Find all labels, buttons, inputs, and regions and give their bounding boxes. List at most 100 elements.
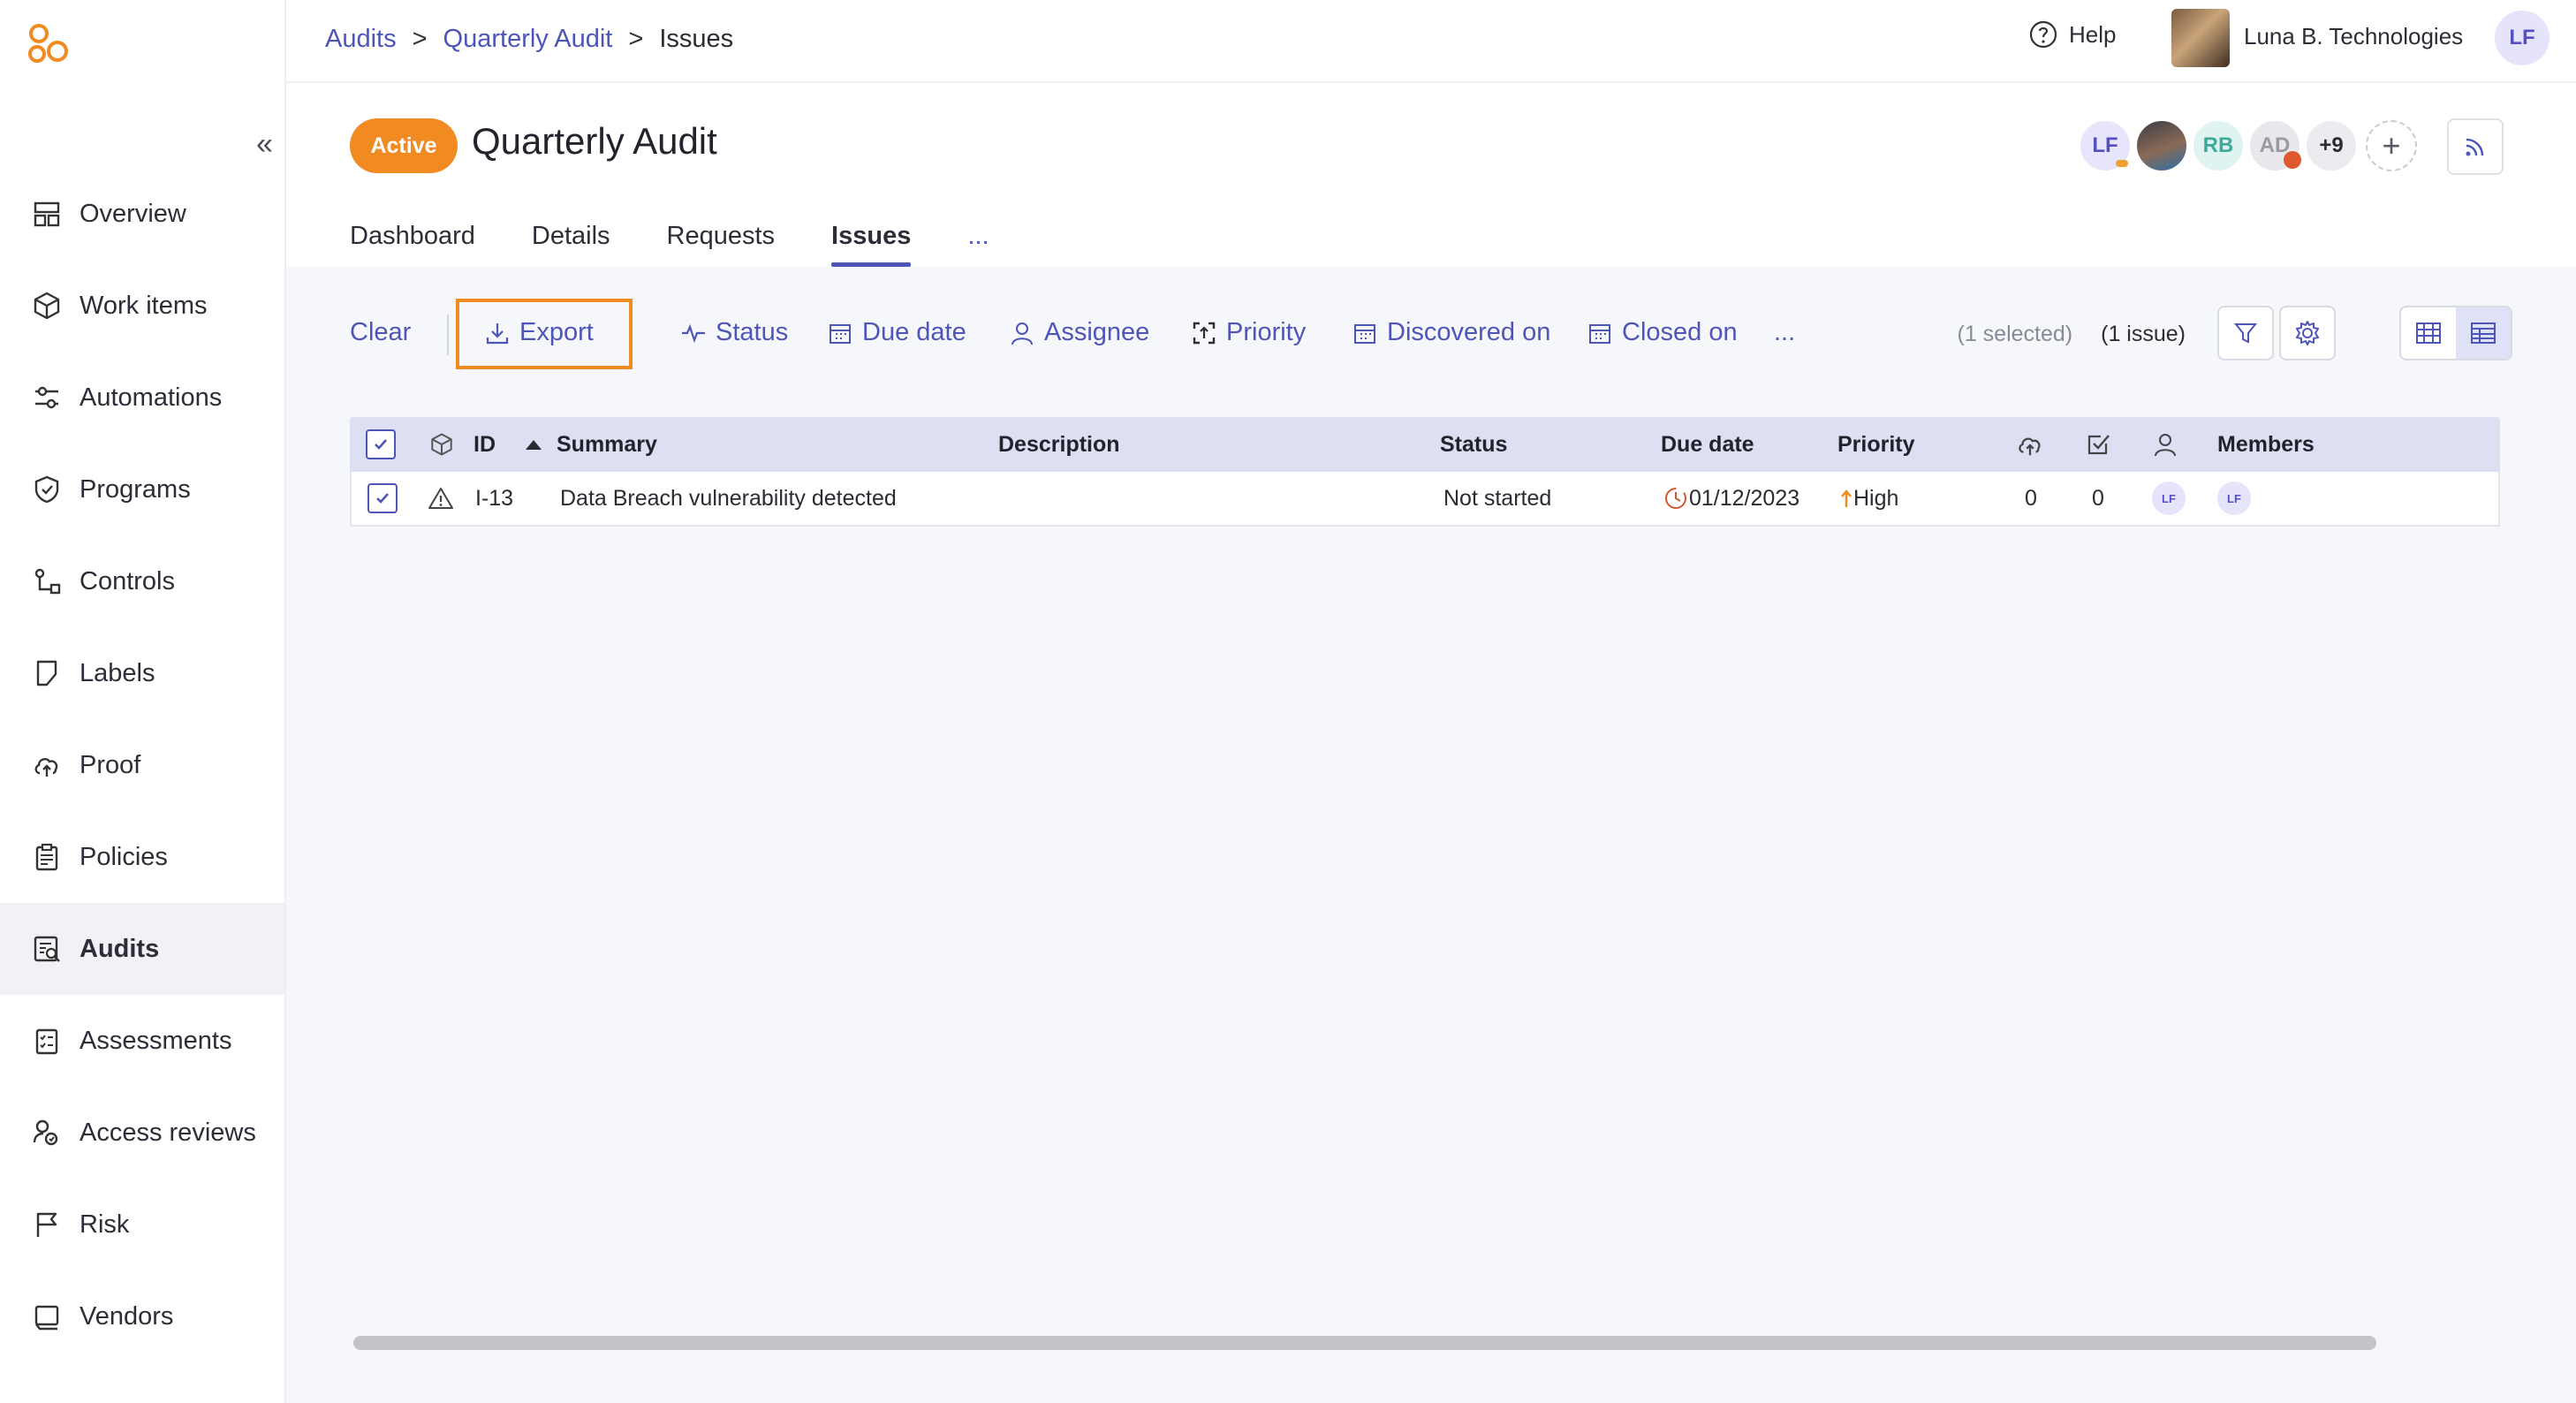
activity-icon <box>682 323 705 343</box>
more-filters-button[interactable]: ... <box>1774 318 1795 347</box>
status-filter[interactable]: Status <box>680 318 788 347</box>
more-members-count: +9 <box>2319 133 2344 157</box>
breadcrumb-quarterly-audit[interactable]: Quarterly Audit <box>443 25 613 54</box>
sidebar-item-vendors[interactable]: Vendors <box>0 1270 284 1362</box>
app-logo-icon[interactable] <box>25 21 71 67</box>
rss-feed-button[interactable] <box>2447 118 2504 175</box>
board-view-button[interactable] <box>2401 307 2456 359</box>
members-cell[interactable]: LF <box>2217 472 2251 525</box>
member-avatar[interactable]: LF <box>2217 482 2251 515</box>
horizontal-scrollbar[interactable] <box>353 1336 2376 1350</box>
overdue-clock-icon <box>1665 488 1686 509</box>
shield-icon <box>34 475 59 504</box>
column-header-description[interactable]: Description <box>998 417 1120 472</box>
sidebar-item-access-reviews[interactable]: Access reviews <box>0 1087 284 1179</box>
member-avatar[interactable]: LF <box>2078 118 2133 173</box>
issue-priority[interactable]: High <box>1839 472 1898 525</box>
column-header-priority[interactable]: Priority <box>1837 417 1915 472</box>
column-header-proof[interactable] <box>2016 417 2044 472</box>
assignee-filter[interactable]: Assignee <box>1009 318 1149 347</box>
filter-icon <box>2233 323 2258 344</box>
column-header-summary[interactable]: Summary <box>557 417 657 472</box>
remove-badge-icon <box>2284 151 2301 169</box>
issue-id[interactable]: I-13 <box>475 472 513 525</box>
closed-on-filter[interactable]: Closed on <box>1587 318 1738 347</box>
clear-button[interactable]: Clear <box>350 318 411 347</box>
priority-icon <box>1193 322 1216 344</box>
org-avatar[interactable] <box>2171 9 2230 67</box>
more-members[interactable]: +9 <box>2304 118 2359 173</box>
issues-panel: Clear Export Status Due date Assignee Pr… <box>286 267 2576 1403</box>
collapse-sidebar-icon[interactable]: « <box>256 129 273 159</box>
sidebar-item-proof[interactable]: Proof <box>0 719 284 811</box>
sidebar-item-audits[interactable]: Audits <box>0 903 284 995</box>
table-view-icon <box>2471 322 2496 344</box>
help-link[interactable]: Help <box>2028 19 2116 49</box>
org-name[interactable]: Luna B. Technologies <box>2244 23 2463 50</box>
column-header-due-date[interactable]: Due date <box>1661 417 1754 472</box>
sidebar-item-label: Overview <box>80 199 186 228</box>
discovered-on-filter-label: Discovered on <box>1387 318 1551 346</box>
table-view-button[interactable] <box>2456 307 2511 359</box>
issue-due-date[interactable]: 01/12/2023 <box>1663 472 1799 525</box>
sidebar-item-policies[interactable]: Policies <box>0 811 284 903</box>
sidebar-item-overview[interactable]: Overview <box>0 168 284 260</box>
status-filter-label: Status <box>716 318 789 346</box>
column-header-assignee[interactable] <box>2152 417 2178 472</box>
flag-icon <box>36 1212 57 1237</box>
issue-type-cell <box>428 472 454 525</box>
view-toggle[interactable] <box>2399 306 2512 360</box>
discovered-on-filter[interactable]: Discovered on <box>1352 318 1550 347</box>
column-header-status[interactable]: Status <box>1440 417 1507 472</box>
sidebar-item-labels[interactable]: Labels <box>0 627 284 719</box>
closed-on-filter-label: Closed on <box>1622 318 1738 346</box>
filter-button[interactable] <box>2217 306 2274 360</box>
sidebar-item-risk[interactable]: Risk <box>0 1179 284 1270</box>
issue-status[interactable]: Not started <box>1443 472 1551 525</box>
sort-ascending-icon[interactable] <box>524 437 543 451</box>
tab-dashboard[interactable]: Dashboard <box>350 222 475 267</box>
tab-requests[interactable]: Requests <box>667 222 776 267</box>
sidebar-item-programs[interactable]: Programs <box>0 444 284 535</box>
sidebar-item-label: Proof <box>80 750 141 779</box>
column-header-tasks[interactable] <box>2085 417 2111 472</box>
sidebar-item-controls[interactable]: Controls <box>0 535 284 627</box>
assignee-filter-label: Assignee <box>1044 318 1150 346</box>
sidebar-item-label: Risk <box>80 1210 130 1239</box>
priority-filter[interactable]: Priority <box>1191 318 1306 347</box>
column-header-id[interactable]: ID <box>474 417 543 472</box>
assignee-avatar[interactable]: LF <box>2152 482 2186 515</box>
breadcrumb-audits[interactable]: Audits <box>325 25 397 54</box>
tab-issues[interactable]: Issues <box>831 222 912 267</box>
member-avatar[interactable]: RB <box>2191 118 2246 173</box>
user-avatar[interactable]: LF <box>2495 11 2549 65</box>
check-icon <box>376 493 389 504</box>
column-label: ID <box>474 431 496 457</box>
sidebar-item-automations[interactable]: Automations <box>0 352 284 444</box>
cloud-upload-icon <box>34 758 58 777</box>
cloud-upload-icon <box>2019 437 2041 456</box>
sidebar-item-assessments[interactable]: Assessments <box>0 995 284 1087</box>
row-checkbox[interactable] <box>367 472 398 525</box>
issue-summary[interactable]: Data Breach vulnerability detected <box>560 472 897 525</box>
sidebar-item-label: Audits <box>80 934 160 963</box>
sidebar: « Overview Work items Automations Progra… <box>0 0 286 1403</box>
tab-details[interactable]: Details <box>532 222 610 267</box>
sidebar-item-work-items[interactable]: Work items <box>0 260 284 352</box>
column-header-members[interactable]: Members <box>2217 417 2315 472</box>
export-button[interactable]: Export <box>484 318 594 347</box>
warning-icon <box>428 488 453 509</box>
add-member-button[interactable]: + <box>2366 120 2417 171</box>
settings-button[interactable] <box>2279 306 2336 360</box>
member-avatar-photo[interactable] <box>2134 118 2189 173</box>
member-avatars[interactable]: LF RB AD +9 + <box>2078 118 2417 173</box>
assignee-cell[interactable]: LF <box>2152 472 2186 525</box>
sidebar-item-label: Work items <box>80 291 208 320</box>
tab-more[interactable]: ... <box>967 222 989 267</box>
member-avatar[interactable]: AD <box>2247 118 2302 173</box>
table-row[interactable]: I-13 Data Breach vulnerability detected … <box>350 472 2500 527</box>
due-date-filter[interactable]: Due date <box>827 318 966 347</box>
gear-icon <box>2296 321 2319 345</box>
download-icon <box>486 322 509 344</box>
select-all-checkbox[interactable] <box>366 417 396 472</box>
